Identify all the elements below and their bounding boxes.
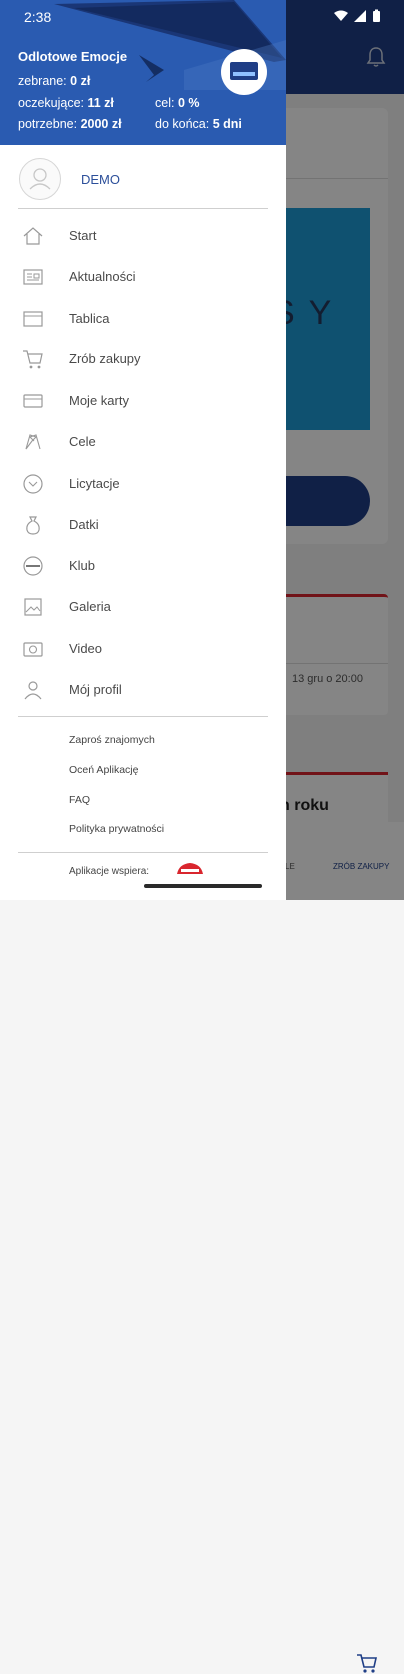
pending-stat: oczekujące: 11 zł (18, 96, 114, 110)
invite-friends-link[interactable]: Zaproś znajomych (69, 734, 155, 746)
menu-item-cele[interactable]: Cele (0, 422, 286, 462)
user-row[interactable]: DEMO (0, 146, 286, 208)
status-time: 2:38 (24, 9, 52, 25)
divider (18, 208, 268, 209)
home-indicator[interactable] (144, 884, 262, 888)
status-icons (334, 9, 380, 22)
money-bag-icon (26, 516, 40, 535)
auction-icon (23, 474, 43, 494)
camera-icon (23, 642, 43, 657)
signal-icon (354, 10, 366, 22)
menu-item-video[interactable]: Video (0, 629, 286, 669)
navigation-drawer: Odlotowe Emocje zebrane: 0 zł oczekujące… (0, 0, 286, 900)
board-icon (23, 311, 43, 327)
menu-item-label: Moje karty (69, 393, 129, 408)
card-icon (23, 394, 43, 408)
menu-item-label: Licytacje (69, 476, 120, 491)
menu-item-licytacje[interactable]: Licytacje (0, 464, 286, 504)
menu-item-klub[interactable]: Klub (0, 546, 286, 586)
menu-item-label: Zrób zakupy (69, 351, 141, 366)
rate-app-link[interactable]: Oceń Aplikację (69, 764, 138, 776)
avatar[interactable] (19, 158, 61, 200)
user-name[interactable]: DEMO (81, 172, 120, 187)
menu-item-galeria[interactable]: Galeria (0, 587, 286, 627)
profile-icon (24, 681, 42, 700)
battery-icon (373, 11, 380, 22)
menu-item-label: Aktualności (69, 269, 136, 284)
menu-item-zrob-zakupy[interactable]: Zrób zakupy (0, 339, 286, 379)
privacy-policy-link[interactable]: Polityka prywatności (69, 823, 164, 835)
status-bar: 2:38 (0, 0, 404, 32)
faq-link[interactable]: FAQ (69, 794, 90, 806)
menu-item-datki[interactable]: Datki (0, 505, 286, 545)
menu-item-moje-karty[interactable]: Moje karty (0, 381, 286, 421)
menu-item-label: Cele (69, 434, 96, 449)
menu-item-moj-profil[interactable]: Mój profil (0, 670, 286, 710)
divider (18, 852, 268, 853)
club-icon (23, 556, 43, 576)
menu-item-label: Mój profil (69, 682, 122, 697)
newspaper-icon (23, 269, 43, 285)
sponsor-logo[interactable] (175, 860, 205, 878)
collected-stat: zebrane: 0 zł (18, 74, 91, 88)
gallery-icon (24, 598, 42, 616)
flags-icon (25, 434, 41, 450)
user-icon (29, 168, 51, 190)
divider (18, 716, 268, 717)
menu-item-label: Video (69, 641, 103, 656)
home-icon (23, 227, 43, 245)
menu-item-start[interactable]: Start (0, 216, 286, 256)
campaign-title: Odlotowe Emocje (18, 49, 128, 64)
menu-item-label: Klub (69, 558, 96, 573)
cart-tab-icon[interactable] (356, 1652, 378, 1674)
goal-stat: cel: 0 % (155, 96, 200, 110)
needed-stat: potrzebne: 2000 zł (18, 117, 122, 131)
cart-icon (23, 350, 43, 369)
menu-item-label: Galeria (69, 599, 111, 614)
club-logo[interactable] (221, 49, 267, 95)
support-label: Aplikacje wspiera: (69, 866, 150, 877)
remaining-stat: do końca: 5 dni (155, 117, 242, 131)
menu-item-tablica[interactable]: Tablica (0, 299, 286, 339)
menu-item-label: Datki (69, 517, 99, 532)
menu-item-label: Start (69, 228, 97, 243)
menu-item-label: Tablica (69, 311, 110, 326)
wifi-icon (334, 10, 348, 21)
menu-item-aktualnosci[interactable]: Aktualności (0, 257, 286, 297)
